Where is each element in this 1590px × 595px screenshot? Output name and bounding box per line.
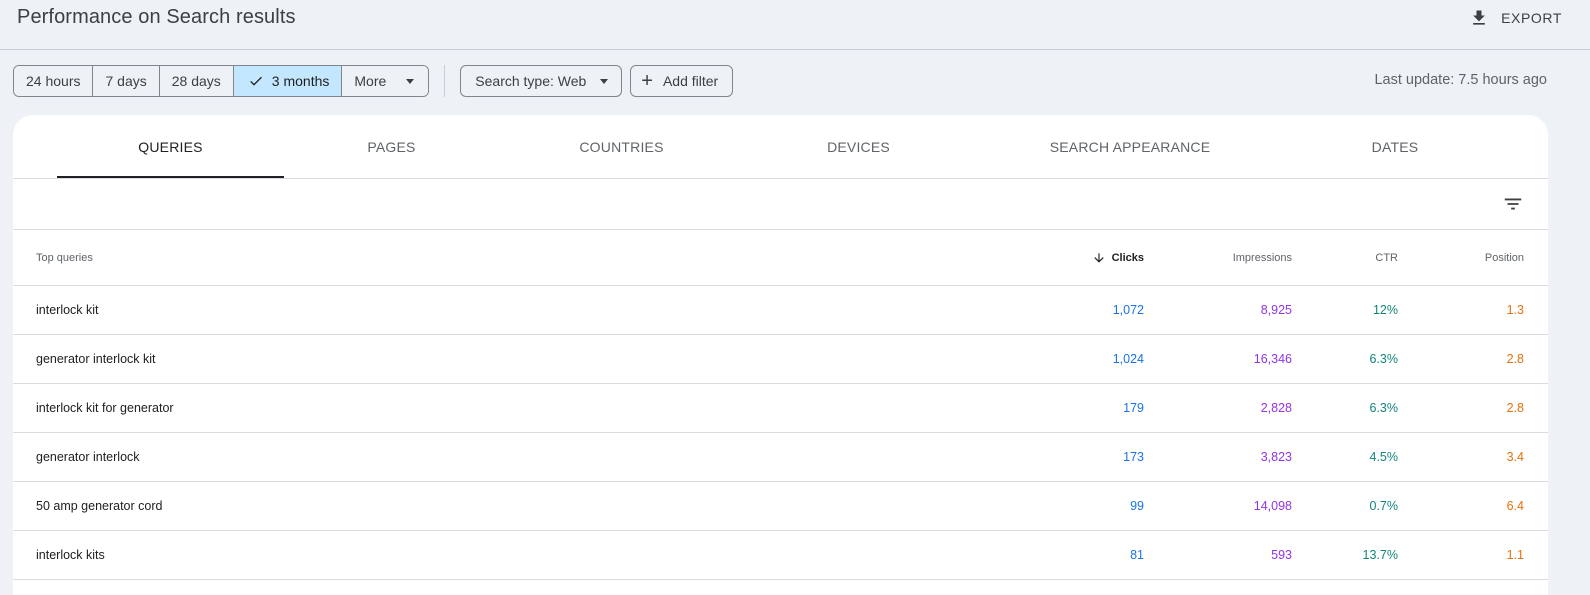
- query-cell: interlock kit: [36, 303, 99, 317]
- filter-list-icon[interactable]: [1502, 193, 1524, 215]
- add-filter-label: Add filter: [662, 73, 719, 89]
- add-filter-button[interactable]: + Add filter: [630, 65, 734, 97]
- impressions-cell: 8,925: [1260, 303, 1292, 317]
- impressions-cell: 3,823: [1260, 450, 1292, 464]
- more-ranges-button[interactable]: More: [342, 66, 429, 96]
- ctr-cell: 0.7%: [1369, 499, 1399, 513]
- table-toolbar: [13, 179, 1548, 230]
- ctr-cell: 6.3%: [1369, 401, 1399, 415]
- impressions-cell: 593: [1271, 548, 1292, 562]
- clicks-cell: 173: [1123, 450, 1144, 464]
- range-label: 7 days: [105, 73, 147, 89]
- table-row[interactable]: generator interlock kit 1,024 16,346 6.3…: [13, 335, 1548, 384]
- ctr-cell: 13.7%: [1362, 548, 1398, 562]
- arrow-down-icon: [1093, 252, 1104, 263]
- column-header-clicks[interactable]: Clicks: [1092, 230, 1144, 285]
- ctr-cell: 4.5%: [1369, 450, 1399, 464]
- column-header-impressions[interactable]: Impressions: [1233, 230, 1292, 285]
- query-cell: 50 amp generator cord: [36, 499, 163, 513]
- position-cell: 2.8: [1506, 352, 1524, 366]
- column-header-ctr[interactable]: CTR: [1375, 230, 1398, 285]
- position-cell: 2.8: [1506, 401, 1524, 415]
- range-3-months[interactable]: 3 months: [233, 66, 343, 96]
- range-label: 3 months: [271, 73, 330, 89]
- column-header-query: Top queries: [36, 251, 93, 264]
- report-card: QUERIES PAGES COUNTRIES DEVICES SEARCH A…: [13, 115, 1548, 595]
- range-24-hours[interactable]: 24 hours: [14, 66, 94, 96]
- query-cell: interlock kits: [36, 548, 105, 562]
- search-type-label: Search type: Web: [475, 73, 587, 89]
- tab-dates[interactable]: DATES: [1342, 115, 1448, 178]
- column-header-position[interactable]: Position: [1485, 230, 1524, 285]
- range-7-days[interactable]: 7 days: [93, 66, 160, 96]
- last-update-text: Last update: 7.5 hours ago: [1374, 72, 1547, 88]
- tab-countries[interactable]: COUNTRIES: [547, 115, 696, 178]
- dropdown-caret-icon: [406, 78, 415, 84]
- impressions-cell: 16,346: [1253, 352, 1292, 366]
- table-row[interactable]: 50 amp generator cord 99 14,098 0.7% 6.4: [13, 482, 1548, 531]
- ctr-cell: 12%: [1372, 303, 1398, 317]
- clicks-cell: 179: [1123, 401, 1144, 415]
- page-header: Performance on Search results EXPORT: [0, 0, 1590, 50]
- range-label: 24 hours: [26, 73, 81, 89]
- plus-icon: +: [641, 70, 653, 92]
- range-28-days[interactable]: 28 days: [159, 66, 234, 96]
- query-cell: interlock kit for generator: [36, 401, 174, 415]
- export-label: EXPORT: [1501, 10, 1562, 26]
- tab-queries[interactable]: QUERIES: [57, 115, 284, 178]
- table-row[interactable]: interlock kits 81 593 13.7% 1.1: [13, 531, 1548, 580]
- ctr-cell: 6.3%: [1369, 352, 1399, 366]
- date-range-selector: 24 hours 7 days 28 days 3 months More: [13, 65, 430, 97]
- more-label: More: [354, 73, 387, 89]
- column-header-label: Clicks: [1111, 251, 1144, 264]
- clicks-cell: 1,024: [1112, 352, 1144, 366]
- divider: [444, 65, 446, 97]
- filter-bar: 24 hours 7 days 28 days 3 months More Se…: [13, 65, 741, 97]
- page-title: Performance on Search results: [17, 6, 296, 28]
- tab-pages[interactable]: PAGES: [318, 115, 465, 178]
- clicks-cell: 99: [1130, 499, 1144, 513]
- table-row[interactable]: generator interlock 173 3,823 4.5% 3.4: [13, 433, 1548, 482]
- impressions-cell: 2,828: [1260, 401, 1292, 415]
- impressions-cell: 14,098: [1253, 499, 1292, 513]
- search-type-button[interactable]: Search type: Web: [460, 65, 623, 97]
- range-label: 28 days: [171, 73, 221, 89]
- position-cell: 3.4: [1506, 450, 1524, 464]
- clicks-cell: 1,072: [1112, 303, 1144, 317]
- table-row[interactable]: interlock kit 1,072 8,925 12% 1.3: [13, 286, 1548, 335]
- position-cell: 1.3: [1506, 303, 1524, 317]
- query-cell: generator interlock: [36, 450, 140, 464]
- dimension-tabs: QUERIES PAGES COUNTRIES DEVICES SEARCH A…: [13, 115, 1548, 179]
- clicks-cell: 81: [1130, 548, 1144, 562]
- export-button[interactable]: EXPORT: [1469, 6, 1562, 30]
- query-cell: generator interlock kit: [36, 352, 156, 366]
- tab-search-appearance[interactable]: SEARCH APPEARANCE: [1030, 115, 1230, 178]
- check-icon: [250, 76, 262, 86]
- table-header-row: Top queries Clicks Impressions CTR Posit…: [13, 230, 1548, 286]
- table-row[interactable]: interlock kit for generator 179 2,828 6.…: [13, 384, 1548, 433]
- position-cell: 6.4: [1506, 499, 1524, 513]
- queries-table: Top queries Clicks Impressions CTR Posit…: [13, 230, 1548, 580]
- dropdown-caret-icon: [600, 78, 609, 84]
- position-cell: 1.1: [1506, 548, 1524, 562]
- tab-devices[interactable]: DEVICES: [785, 115, 932, 178]
- download-icon: [1473, 10, 1485, 25]
